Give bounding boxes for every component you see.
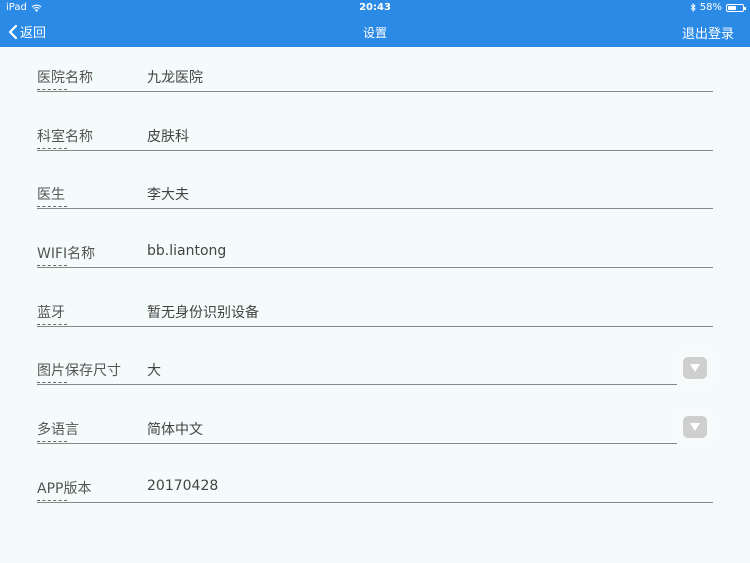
field-underline <box>37 91 713 92</box>
label-divider <box>37 206 67 207</box>
field-label: 图片保存尺寸 <box>37 363 121 379</box>
field-label: 科室名称 <box>37 129 93 145</box>
dropdown-button-bg <box>683 416 707 438</box>
image-size-row: 图片保存尺寸 大 <box>37 340 677 385</box>
battery-percent: 58% <box>699 2 722 13</box>
language-select[interactable]: 简体中文 <box>147 419 203 439</box>
triangle-down-icon <box>690 364 700 372</box>
language-dropdown-button[interactable] <box>677 409 713 445</box>
app-version-value: 20170428 <box>147 478 219 494</box>
hospital-name-row: 医院名称 九龙医院 <box>37 47 713 92</box>
label-divider <box>37 265 67 266</box>
field-underline <box>37 502 713 503</box>
field-label: 蓝牙 <box>37 305 65 321</box>
status-right: 58% <box>690 2 746 13</box>
wifi-name-field[interactable]: bb.liantong <box>147 243 226 259</box>
field-label: 医生 <box>37 187 65 203</box>
dropdown-button-bg <box>683 357 707 379</box>
field-label: APP版本 <box>37 481 92 497</box>
bluetooth-icon <box>690 3 696 12</box>
field-underline <box>37 443 677 444</box>
doctor-field[interactable]: 李大夫 <box>147 184 189 204</box>
field-label: WIFI名称 <box>37 246 96 262</box>
status-time: 20:43 <box>359 2 391 13</box>
label-divider <box>37 382 67 383</box>
battery-icon <box>726 3 746 12</box>
field-underline <box>37 384 677 385</box>
department-name-row: 科室名称 皮肤科 <box>37 106 713 151</box>
bluetooth-field[interactable]: 暂无身份识别设备 <box>147 302 259 322</box>
field-label: 多语言 <box>37 422 79 438</box>
page-title: 设置 <box>362 26 387 40</box>
hospital-name-field[interactable]: 九龙医院 <box>147 67 203 87</box>
status-bar: iPad 20:43 58% <box>0 0 750 16</box>
department-name-field[interactable]: 皮肤科 <box>147 126 189 146</box>
field-underline <box>37 208 713 209</box>
image-size-select[interactable]: 大 <box>147 360 161 380</box>
triangle-down-icon <box>690 423 700 431</box>
nav-bar: 返回 设置 退出登录 <box>0 16 750 47</box>
label-divider <box>37 500 67 501</box>
app-version-row: APP版本 20170428 <box>37 458 713 503</box>
wifi-name-row: WIFI名称 bb.liantong <box>37 223 713 268</box>
field-underline <box>37 267 713 268</box>
label-divider <box>37 89 67 90</box>
label-divider <box>37 324 67 325</box>
field-underline <box>37 326 713 327</box>
bluetooth-row: 蓝牙 暂无身份识别设备 <box>37 282 713 327</box>
language-row: 多语言 简体中文 <box>37 399 677 444</box>
field-underline <box>37 150 713 151</box>
label-divider <box>37 148 67 149</box>
image-size-dropdown-button[interactable] <box>677 350 713 386</box>
doctor-row: 医生 李大夫 <box>37 164 713 209</box>
battery-fill <box>728 5 736 10</box>
field-label: 医院名称 <box>37 70 93 86</box>
logout-button[interactable]: 退出登录 <box>682 23 734 42</box>
label-divider <box>37 441 67 442</box>
